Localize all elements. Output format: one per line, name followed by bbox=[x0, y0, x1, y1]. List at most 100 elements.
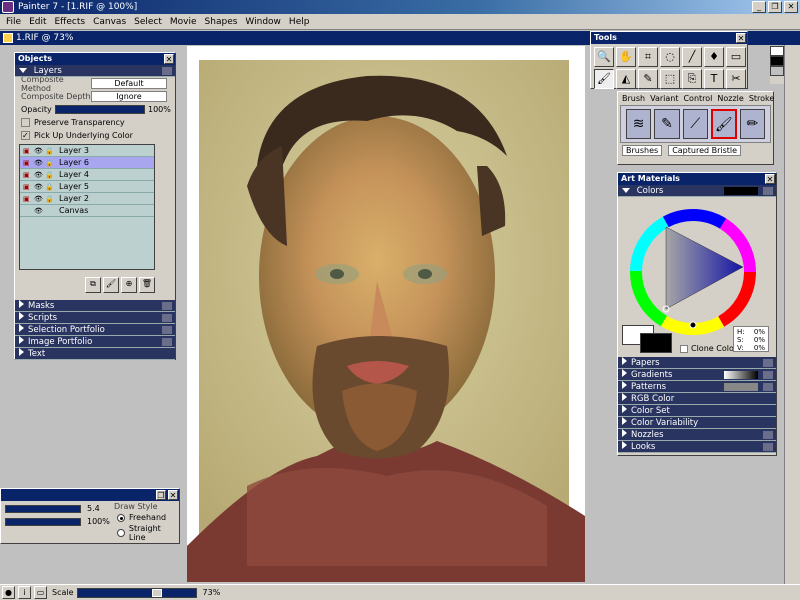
rgb-color-section[interactable]: RGB Color bbox=[618, 393, 776, 405]
crop-icon[interactable]: ⌗ bbox=[638, 47, 658, 67]
visibility-eye-icon[interactable]: 👁 bbox=[34, 207, 43, 215]
bucket-icon[interactable]: ◭ bbox=[616, 69, 636, 89]
layer-row[interactable]: ▣ 👁 🔒 Layer 2 bbox=[20, 193, 154, 205]
menu-file[interactable]: File bbox=[2, 14, 25, 29]
layer-row[interactable]: ▣ 👁 🔒 Layer 5 bbox=[20, 181, 154, 193]
pen-icon[interactable]: ╱ bbox=[682, 47, 702, 67]
composite-method-select[interactable]: Default bbox=[91, 78, 167, 89]
vertical-scrollbar[interactable] bbox=[784, 45, 800, 585]
scissors-icon[interactable]: ✂ bbox=[726, 69, 746, 89]
clone-color-row[interactable]: Clone Color bbox=[680, 344, 737, 353]
visibility-eye-icon[interactable]: 👁 bbox=[34, 147, 43, 155]
close-button[interactable]: ✕ bbox=[784, 1, 798, 13]
menu-canvas[interactable]: Canvas bbox=[89, 14, 130, 29]
scale-slider[interactable] bbox=[76, 587, 197, 598]
pick-up-underlying-row[interactable]: ✓ Pick Up Underlying Color bbox=[15, 129, 175, 142]
info-icon[interactable]: i bbox=[18, 586, 31, 599]
secondary-color-swatch[interactable] bbox=[640, 333, 672, 353]
tab-control[interactable]: Control bbox=[683, 94, 712, 103]
text-icon[interactable]: T bbox=[704, 69, 724, 89]
dynamic-plugin-icon[interactable]: 🖌 bbox=[103, 277, 119, 293]
brush-size-slider[interactable] bbox=[5, 505, 81, 513]
restore-button[interactable]: ❐ bbox=[768, 1, 782, 13]
pastel-brush-icon[interactable]: ⟋ bbox=[682, 109, 708, 139]
brush-category[interactable]: Brushes bbox=[622, 145, 663, 156]
text-section[interactable]: Text bbox=[15, 348, 175, 360]
chalk-brush-icon[interactable]: ✎ bbox=[654, 109, 680, 139]
color-wheel[interactable] bbox=[618, 197, 768, 337]
brush-ghost-icon[interactable]: ● bbox=[2, 586, 15, 599]
clone-icon[interactable]: ⎘ bbox=[682, 69, 702, 89]
color-set-section[interactable]: Color Set bbox=[618, 405, 776, 417]
brush-opacity-slider[interactable] bbox=[5, 518, 81, 526]
close-icon[interactable]: ✕ bbox=[736, 33, 746, 43]
rect-select-icon[interactable]: ⬚ bbox=[660, 69, 680, 89]
layer-row[interactable]: ▣ 👁 🔒 Layer 4 bbox=[20, 169, 154, 181]
section-menu-icon[interactable] bbox=[162, 67, 172, 75]
visibility-eye-icon[interactable]: 👁 bbox=[34, 171, 43, 179]
menu-window[interactable]: Window bbox=[241, 14, 285, 29]
blender-brush-icon[interactable]: ≋ bbox=[626, 109, 652, 139]
new-layer-icon[interactable]: ⊕ bbox=[121, 277, 137, 293]
color-swatches[interactable] bbox=[622, 325, 678, 353]
layer-adjuster-icon[interactable]: ⧉ bbox=[85, 277, 101, 293]
masks-section[interactable]: Masks bbox=[15, 300, 175, 312]
pencil-brush-icon[interactable]: ✏ bbox=[739, 109, 765, 139]
magnifier-icon[interactable]: 🔍 bbox=[594, 47, 614, 67]
eyedropper-icon[interactable]: ✎ bbox=[638, 69, 658, 89]
color-swatch-strip[interactable] bbox=[770, 46, 784, 84]
restore-icon[interactable]: ❐ bbox=[156, 490, 166, 500]
lock-icon[interactable]: 🔒 bbox=[45, 147, 54, 155]
nozzles-section[interactable]: Nozzles bbox=[618, 429, 776, 441]
lock-icon[interactable]: 🔒 bbox=[45, 195, 54, 203]
preserve-transparency-checkbox[interactable] bbox=[21, 118, 30, 127]
close-icon[interactable]: ✕ bbox=[164, 54, 174, 64]
section-menu-icon[interactable] bbox=[763, 187, 773, 195]
brush-icon[interactable]: 🖌 bbox=[594, 69, 614, 89]
close-icon[interactable]: ✕ bbox=[168, 490, 178, 500]
colors-section-header[interactable]: Colors bbox=[618, 185, 776, 197]
pick-up-underlying-checkbox[interactable]: ✓ bbox=[21, 131, 30, 140]
lasso-icon[interactable]: ◌ bbox=[660, 47, 680, 67]
opacity-slider[interactable] bbox=[55, 105, 145, 114]
patterns-section[interactable]: Patterns bbox=[618, 381, 776, 393]
menu-help[interactable]: Help bbox=[285, 14, 314, 29]
close-icon[interactable]: ✕ bbox=[765, 174, 775, 184]
gradients-section[interactable]: Gradients bbox=[618, 369, 776, 381]
menu-shapes[interactable]: Shapes bbox=[201, 14, 242, 29]
dropper-icon[interactable]: ♦ bbox=[704, 47, 724, 67]
color-picker-area[interactable] bbox=[618, 197, 776, 337]
color-variability-section[interactable]: Color Variability bbox=[618, 417, 776, 429]
menu-edit[interactable]: Edit bbox=[25, 14, 50, 29]
view-icon[interactable]: ▭ bbox=[34, 586, 47, 599]
layer-row[interactable]: ▣ 👁 🔒 Layer 6 bbox=[20, 157, 154, 169]
visibility-eye-icon[interactable]: 👁 bbox=[34, 183, 43, 191]
objects-panel-header[interactable]: Objects ✕ bbox=[15, 53, 175, 65]
art-materials-header[interactable]: Art Materials ✕ bbox=[618, 173, 776, 185]
looks-section[interactable]: Looks bbox=[618, 441, 776, 453]
clone-color-checkbox[interactable] bbox=[680, 344, 688, 353]
visibility-eye-icon[interactable]: 👁 bbox=[34, 159, 43, 167]
menu-effects[interactable]: Effects bbox=[51, 14, 90, 29]
freehand-radio[interactable]: Freehand bbox=[117, 513, 166, 522]
scripts-section[interactable]: Scripts bbox=[15, 312, 175, 324]
composite-depth-select[interactable]: Ignore bbox=[91, 91, 167, 102]
freehand-radio-dot[interactable] bbox=[117, 513, 125, 522]
straight-line-radio[interactable]: Straight Line bbox=[117, 524, 179, 542]
menu-select[interactable]: Select bbox=[130, 14, 166, 29]
brush-variant[interactable]: Captured Bristle bbox=[668, 145, 742, 156]
property-bar-header[interactable]: ❐ ✕ bbox=[1, 489, 179, 501]
scale-slider-thumb[interactable] bbox=[151, 588, 162, 597]
hand-icon[interactable]: ✋ bbox=[616, 47, 636, 67]
lock-icon[interactable]: 🔒 bbox=[45, 159, 54, 167]
image-portfolio-section[interactable]: Image Portfolio bbox=[15, 336, 175, 348]
minimize-button[interactable]: _ bbox=[752, 1, 766, 13]
straight-line-radio-dot[interactable] bbox=[117, 529, 125, 537]
tools-panel-header[interactable]: Tools ✕ bbox=[591, 32, 747, 44]
layer-row[interactable]: ▣ 👁 🔒 Layer 3 bbox=[20, 145, 154, 157]
tab-variant[interactable]: Variant bbox=[650, 94, 678, 103]
tab-brush[interactable]: Brush bbox=[622, 94, 645, 103]
rectangle-icon[interactable]: ▭ bbox=[726, 47, 746, 67]
tab-nozzle[interactable]: Nozzle bbox=[717, 94, 743, 103]
layers-section-header[interactable]: Layers bbox=[15, 65, 175, 77]
